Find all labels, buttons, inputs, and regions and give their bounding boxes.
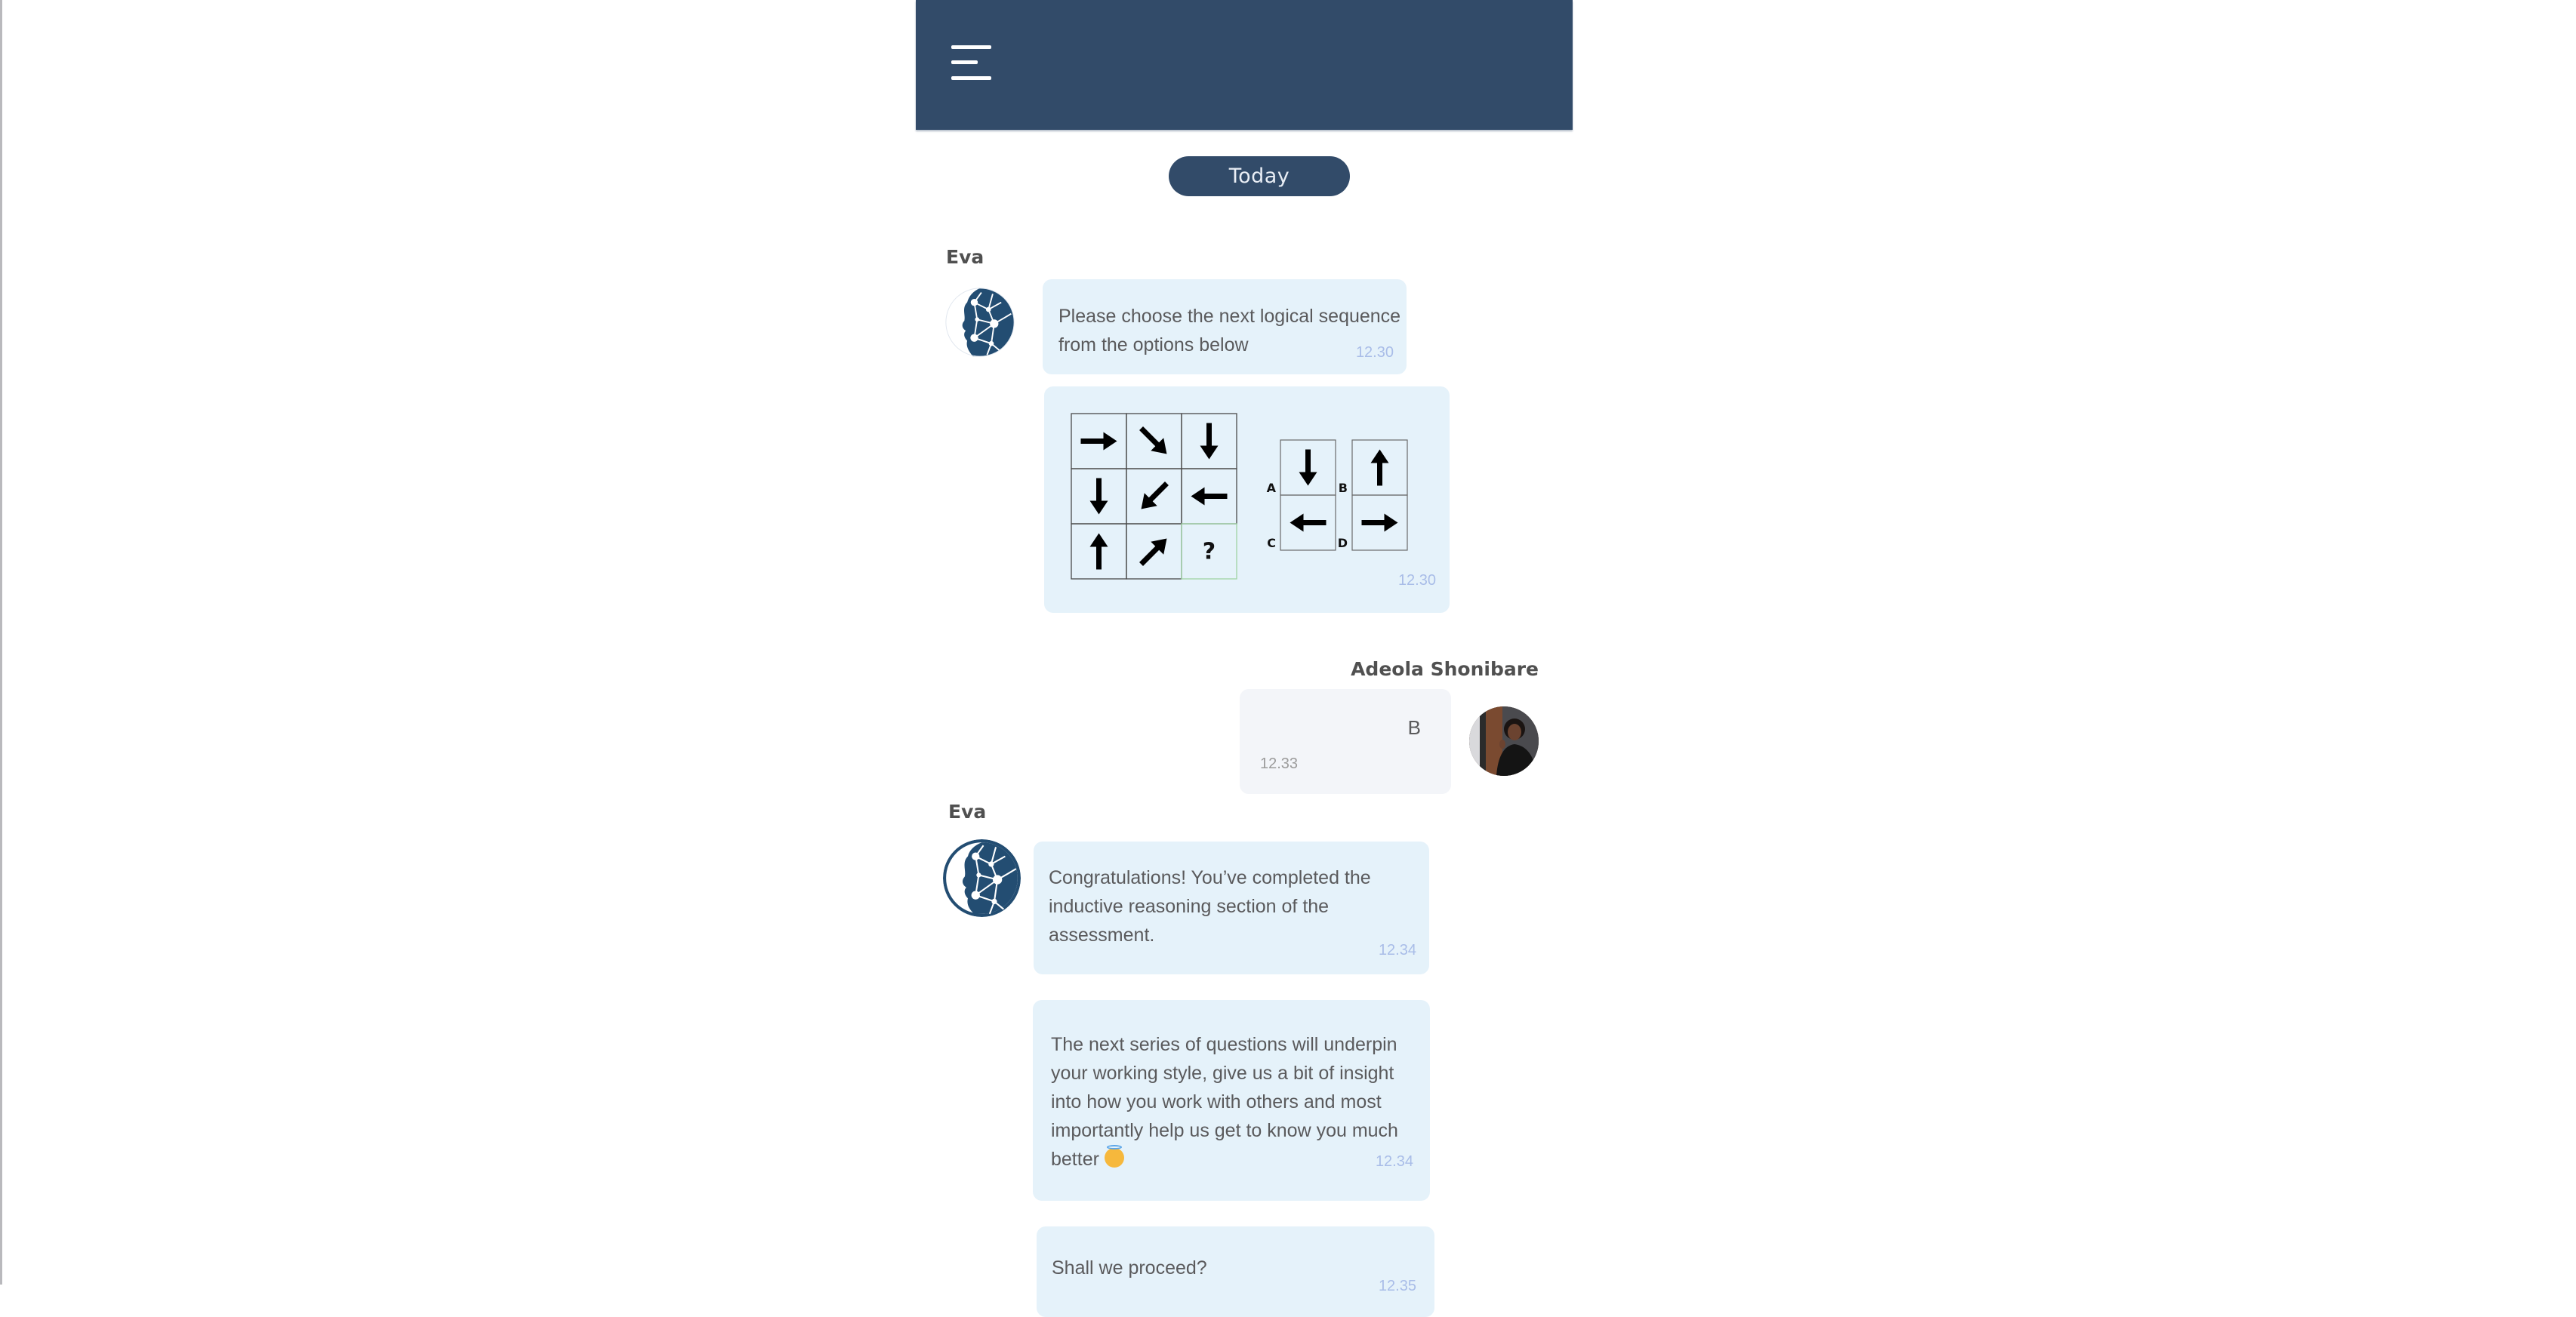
message-text-line-last: better (1051, 1145, 1398, 1174)
message-text-line: importantly help us get to know you much (1051, 1120, 1398, 1141)
message-text: B (1407, 716, 1421, 739)
option-label-D: D (1338, 536, 1348, 550)
user-photo-icon (1469, 706, 1539, 776)
option-label-B: B (1339, 481, 1348, 495)
arrow-down-icon (1089, 478, 1108, 515)
message-timestamp: 12.35 (1378, 1278, 1416, 1294)
date-separator: Today (1169, 156, 1350, 196)
sender-name: Eva (948, 801, 987, 823)
image-message-bubble: ? A B C D 12.30 (1044, 386, 1450, 613)
arrow-left-icon (1191, 487, 1228, 506)
eva-logo-icon (943, 839, 1021, 917)
menu-line (951, 76, 991, 80)
message-timestamp: 12.30 (1355, 344, 1394, 361)
message-bubble: Congratulations! You’ve completed the in… (1034, 842, 1429, 974)
menu-line (951, 60, 978, 64)
option-arrow-left-icon (1290, 513, 1327, 532)
option-arrow-down-icon (1299, 449, 1317, 486)
arrow-down-icon (1200, 423, 1219, 460)
message-timestamp: 12.30 (1397, 572, 1436, 589)
user-message-bubble: B 12.33 (1240, 689, 1451, 794)
window-edge (0, 0, 2, 1285)
halo-smile-emoji-icon (1104, 1145, 1124, 1168)
puzzle-image[interactable]: ? A B C D (1044, 386, 1450, 613)
arrow-up-icon (1089, 533, 1108, 570)
message-timestamp: 12.33 (1260, 755, 1299, 772)
menu-line (951, 45, 991, 49)
arrow-down-left-icon (1141, 482, 1169, 509)
message-timestamp: 12.34 (1378, 942, 1416, 959)
eva-avatar[interactable] (944, 287, 1015, 358)
message-text-line: from the options below (1058, 334, 1249, 355)
message-text-line: assessment. (1049, 925, 1155, 946)
sender-name: Adeola Shonibare (1351, 658, 1539, 680)
sender-name: Eva (946, 246, 984, 268)
message-text: Shall we proceed? (1052, 1257, 1207, 1279)
option-label-A: A (1267, 481, 1277, 495)
user-avatar[interactable] (1469, 706, 1539, 776)
option-arrow-up-icon (1370, 449, 1389, 486)
message-bubble: Please choose the next logical sequence … (1043, 279, 1407, 374)
chat-app: Today Eva Please choose the next logical… (916, 0, 1573, 1317)
message-text-line: inductive reasoning section of the (1049, 896, 1330, 917)
message-timestamp: 12.34 (1375, 1153, 1413, 1170)
message-text-line: into how you work with others and most (1051, 1091, 1382, 1112)
option-arrow-right-icon (1361, 513, 1398, 532)
app-header (916, 0, 1573, 130)
message-text-line: The next series of questions will underp… (1051, 1034, 1397, 1055)
missing-cell-mark: ? (1203, 539, 1216, 565)
arrow-right-icon (1080, 432, 1117, 451)
hamburger-menu-icon[interactable] (951, 42, 994, 84)
message-text-line: your working style, give us a bit of ins… (1051, 1063, 1394, 1084)
eva-logo-icon (945, 288, 1015, 357)
message-text-line: Congratulations! You’ve completed the (1049, 867, 1371, 888)
message-text: better (1051, 1149, 1099, 1170)
arrow-up-right-icon (1139, 538, 1167, 566)
eva-avatar[interactable] (943, 839, 1021, 917)
message-text-line: Please choose the next logical sequence (1058, 306, 1401, 327)
option-label-C: C (1267, 536, 1276, 550)
arrow-down-right-icon (1139, 426, 1167, 454)
message-bubble: The next series of questions will underp… (1033, 1000, 1430, 1201)
message-bubble: Shall we proceed? 12.35 (1037, 1226, 1434, 1317)
